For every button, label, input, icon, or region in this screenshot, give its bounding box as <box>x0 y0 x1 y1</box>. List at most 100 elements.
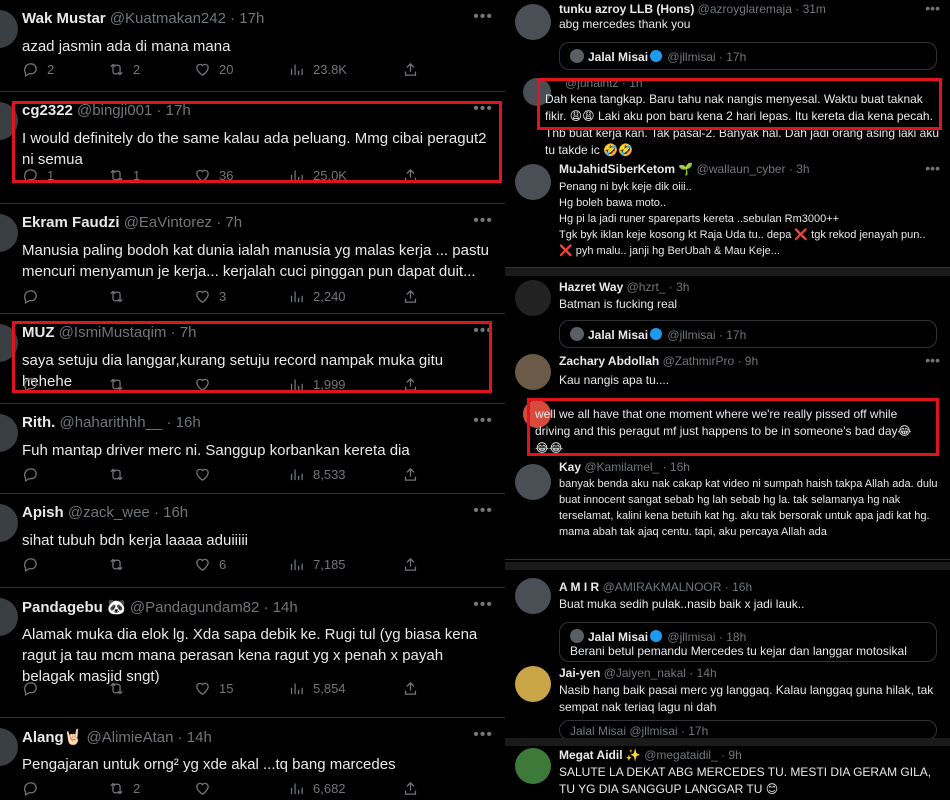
author-name[interactable]: Hazret Way <box>559 280 623 294</box>
like-button[interactable]: 20 <box>194 61 233 78</box>
avatar[interactable] <box>515 4 551 40</box>
share-button[interactable] <box>402 61 419 78</box>
retweet-button[interactable] <box>108 556 133 573</box>
more-icon[interactable]: ••• <box>473 502 493 520</box>
views-button[interactable]: 1,999 <box>288 376 346 393</box>
quoted-tweet[interactable]: Jalal Misai @jllmisai · 18h Berani betul … <box>559 622 937 662</box>
like-button[interactable] <box>194 466 219 483</box>
retweet-button[interactable] <box>108 466 133 483</box>
avatar[interactable] <box>515 748 551 784</box>
more-icon[interactable]: ••• <box>473 726 493 744</box>
avatar[interactable] <box>0 598 18 636</box>
timestamp[interactable]: · 17h <box>157 102 191 119</box>
avatar[interactable] <box>0 728 18 766</box>
reply-tweet[interactable]: A M I R @AMIRAKMALNOOR · 16h Buat muka s… <box>505 572 950 662</box>
timestamp[interactable]: · 16h <box>154 504 188 521</box>
reply-tweet[interactable]: Megat Aidil ✨ @megataidil_ · 9h SALUTE L… <box>505 746 950 800</box>
avatar[interactable] <box>0 414 18 452</box>
share-button[interactable] <box>402 167 419 184</box>
retweet-button[interactable]: 2 <box>108 61 140 78</box>
reply-button[interactable] <box>22 466 47 483</box>
more-icon[interactable]: ••• <box>473 100 493 118</box>
reply-tweet[interactable]: Zachary Abdollah @ZathmirPro · 9h ••• Ka… <box>505 348 950 396</box>
avatar[interactable] <box>515 464 551 500</box>
retweet-button[interactable] <box>108 376 133 393</box>
more-icon[interactable]: ••• <box>473 596 493 614</box>
author-name[interactable]: Ekram Faudzi <box>22 214 120 231</box>
reply-tweet[interactable]: MUZ @IsmiMustaqim · 7h ••• saya setuju dia… <box>0 314 505 404</box>
author-name[interactable]: Rith. <box>22 414 55 431</box>
reply-tweet[interactable]: Kay @Kamilamel_ · 16h banyak benda aku n… <box>505 458 950 560</box>
retweet-button[interactable]: 2 <box>108 780 140 797</box>
share-button[interactable] <box>402 376 419 393</box>
reply-button[interactable]: 1 <box>22 167 54 184</box>
like-button[interactable]: 3 <box>194 288 226 305</box>
avatar[interactable] <box>515 666 551 702</box>
reply-button[interactable] <box>22 680 47 697</box>
author-name[interactable]: Jai-yen <box>559 666 600 680</box>
author-name[interactable]: Kay <box>559 460 581 474</box>
author-name[interactable]: Zachary Abdollah <box>559 354 659 368</box>
timestamp[interactable]: · 14h <box>264 599 298 616</box>
reply-tweet[interactable]: cg2322 @bingji001 · 17h ••• I would defini… <box>0 92 505 204</box>
avatar[interactable] <box>515 354 551 390</box>
like-button[interactable]: 36 <box>194 167 233 184</box>
avatar[interactable] <box>515 280 551 316</box>
views-button[interactable]: 7,185 <box>288 556 346 573</box>
reply-tweet[interactable]: Rith. @haharithhh__ · 16h ••• Fuh mantap d… <box>0 404 505 494</box>
retweet-button[interactable] <box>108 680 133 697</box>
reply-button[interactable] <box>22 376 47 393</box>
timestamp[interactable]: · 17h <box>230 10 264 27</box>
like-button[interactable] <box>194 780 219 797</box>
share-button[interactable] <box>402 288 419 305</box>
more-icon[interactable]: ••• <box>473 322 493 340</box>
quoted-tweet[interactable]: Jalal Misai @jllmisai · 17h <box>559 42 937 70</box>
more-icon[interactable]: ••• <box>473 412 493 430</box>
share-button[interactable] <box>402 466 419 483</box>
share-button[interactable] <box>402 556 419 573</box>
reply-tweet[interactable]: Hazret Way @hzrt_ · 3h Batman is fucking… <box>505 276 950 348</box>
reply-button[interactable]: 2 <box>22 61 54 78</box>
author-name[interactable]: Apish <box>22 504 64 521</box>
timestamp[interactable]: · 16h <box>166 414 200 431</box>
avatar[interactable] <box>0 10 18 48</box>
share-button[interactable] <box>402 780 419 797</box>
author-name[interactable]: Pandagebu 🐼 <box>22 599 126 616</box>
avatar[interactable] <box>0 214 18 252</box>
retweet-button[interactable] <box>108 288 133 305</box>
views-button[interactable]: 5,854 <box>288 680 346 697</box>
avatar[interactable] <box>515 578 551 614</box>
reply-tweet[interactable]: Pandagebu 🐼 @Pandagundam82 · 14h ••• Alama… <box>0 588 505 718</box>
reply-tweet[interactable]: Wak Mustar @Kuatmakan242 · 17h ••• azad ja… <box>0 0 505 92</box>
more-icon[interactable]: ••• <box>473 8 493 26</box>
reply-button[interactable] <box>22 556 47 573</box>
author-name[interactable]: MUZ <box>22 324 55 341</box>
avatar[interactable] <box>0 102 18 140</box>
author-name[interactable]: Megat Aidil ✨ <box>559 748 641 762</box>
avatar[interactable] <box>0 504 18 542</box>
views-button[interactable]: 2,240 <box>288 288 346 305</box>
quoted-tweet[interactable]: Jalal Misai @jllmisai · 17h <box>559 720 937 740</box>
avatar[interactable] <box>515 164 551 200</box>
more-icon[interactable]: ••• <box>925 160 940 176</box>
reply-tweet[interactable]: Alang🤘🏻 @AlimieAtan · 14h ••• Pengajaran u… <box>0 718 505 800</box>
author-name[interactable]: A M I R <box>559 580 599 594</box>
retweet-button[interactable]: 1 <box>108 167 140 184</box>
reply-tweet[interactable]: Ekram Faudzi @EaVintorez · 7h ••• Manusia … <box>0 204 505 314</box>
views-button[interactable]: 6,682 <box>288 780 346 797</box>
more-icon[interactable]: ••• <box>925 352 940 368</box>
reply-tweet[interactable]: tunku azroy LLB (Hons) @azroyglaremaja ·… <box>505 0 950 72</box>
timestamp[interactable]: · 7h <box>171 324 197 341</box>
reply-tweet[interactable]: well we all have that one moment where w… <box>505 396 950 456</box>
avatar[interactable] <box>0 324 18 362</box>
more-icon[interactable]: ••• <box>473 212 493 230</box>
reply-button[interactable] <box>22 780 47 797</box>
author-name[interactable]: MuJahidSiberKetom 🌱 <box>559 162 693 176</box>
timestamp[interactable]: · 7h <box>216 214 242 231</box>
share-button[interactable] <box>402 680 419 697</box>
like-button[interactable]: 6 <box>194 556 226 573</box>
reply-tweet[interactable]: @junaintz · 1h Dah kena tangkap. Baru ta… <box>505 74 950 158</box>
author-name[interactable]: tunku azroy LLB (Hons) <box>559 2 694 16</box>
author-name[interactable]: Wak Mustar <box>22 10 106 27</box>
reply-button[interactable] <box>22 288 47 305</box>
